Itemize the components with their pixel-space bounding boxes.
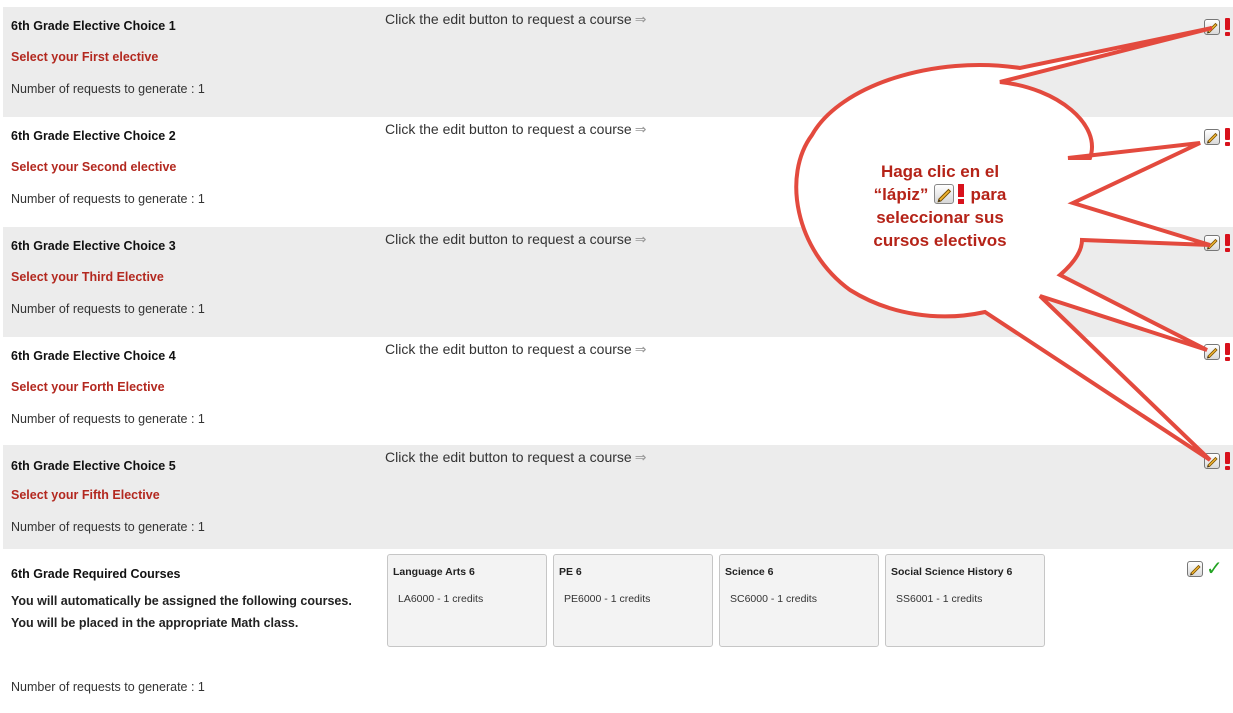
callout-line-1: Haga clic en el [880, 162, 1000, 181]
callout-line-2-start: “lápiz” [873, 185, 929, 204]
callout-line-2-end: para [970, 185, 1007, 204]
callout-bubble [794, 26, 1213, 462]
callout-line-3: seleccionar sus [876, 208, 1004, 227]
pencil-icon [934, 184, 955, 204]
exclamation-icon [958, 184, 965, 204]
callout-line-4: cursos electivos [873, 231, 1007, 250]
callout-line-2: “lápiz” para [830, 183, 1050, 206]
callout-text: Haga clic en el “lápiz” para seleccionar … [830, 160, 1050, 252]
